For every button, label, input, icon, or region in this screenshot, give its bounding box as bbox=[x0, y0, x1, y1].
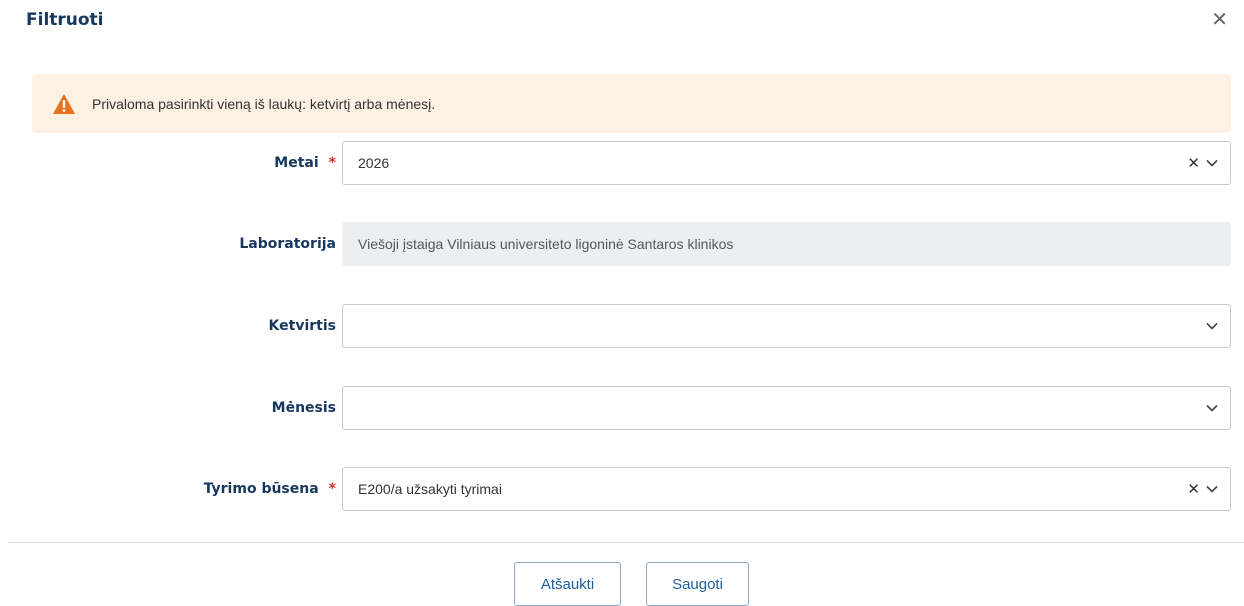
alert-message: Privaloma pasirinkti vieną iš laukų: ket… bbox=[92, 95, 436, 112]
modal-title: Filtruoti bbox=[26, 10, 104, 30]
laboratorija-label: Laboratorija bbox=[239, 236, 336, 252]
chevron-down-icon[interactable] bbox=[1206, 159, 1218, 167]
warning-icon bbox=[53, 93, 75, 114]
metai-select[interactable]: 2026 ✕ bbox=[342, 141, 1231, 185]
laboratorija-field: Viešoji įstaiga Vilniaus universiteto li… bbox=[342, 222, 1231, 266]
chevron-down-icon[interactable] bbox=[1206, 322, 1218, 330]
warning-alert: Privaloma pasirinkti vieną iš laukų: ket… bbox=[32, 74, 1231, 133]
metai-value: 2026 bbox=[358, 155, 390, 171]
tyrimo-busena-label: Tyrimo būsena bbox=[203, 481, 319, 497]
clear-icon[interactable]: ✕ bbox=[1187, 154, 1200, 172]
laboratorija-value: Viešoji įstaiga Vilniaus universiteto li… bbox=[358, 236, 734, 252]
required-mark: * bbox=[328, 481, 336, 497]
chevron-down-icon[interactable] bbox=[1206, 485, 1218, 493]
form-row-menesis: Mėnesis bbox=[0, 386, 1244, 430]
form-row-tyrimo-busena: Tyrimo būsena * E200/a užsakyti tyrimai … bbox=[0, 467, 1244, 511]
form-row-laboratorija: Laboratorija Viešoji įstaiga Vilniaus un… bbox=[0, 222, 1244, 266]
save-button[interactable]: Saugoti bbox=[646, 562, 749, 606]
footer-divider bbox=[8, 542, 1244, 543]
ketvirtis-label: Ketvirtis bbox=[268, 318, 336, 334]
menesis-label: Mėnesis bbox=[271, 400, 336, 416]
clear-icon[interactable]: ✕ bbox=[1187, 480, 1200, 498]
metai-label: Metai bbox=[274, 155, 319, 171]
form-row-metai: Metai * 2026 ✕ bbox=[0, 141, 1244, 185]
tyrimo-busena-value: E200/a užsakyti tyrimai bbox=[358, 481, 502, 497]
chevron-down-icon[interactable] bbox=[1206, 404, 1218, 412]
tyrimo-busena-select[interactable]: E200/a užsakyti tyrimai ✕ bbox=[342, 467, 1231, 511]
menesis-select[interactable] bbox=[342, 386, 1231, 430]
required-mark: * bbox=[328, 155, 336, 171]
close-icon[interactable]: ✕ bbox=[1211, 8, 1228, 32]
cancel-button[interactable]: Atšaukti bbox=[514, 562, 621, 606]
form-row-ketvirtis: Ketvirtis bbox=[0, 304, 1244, 348]
ketvirtis-select[interactable] bbox=[342, 304, 1231, 348]
